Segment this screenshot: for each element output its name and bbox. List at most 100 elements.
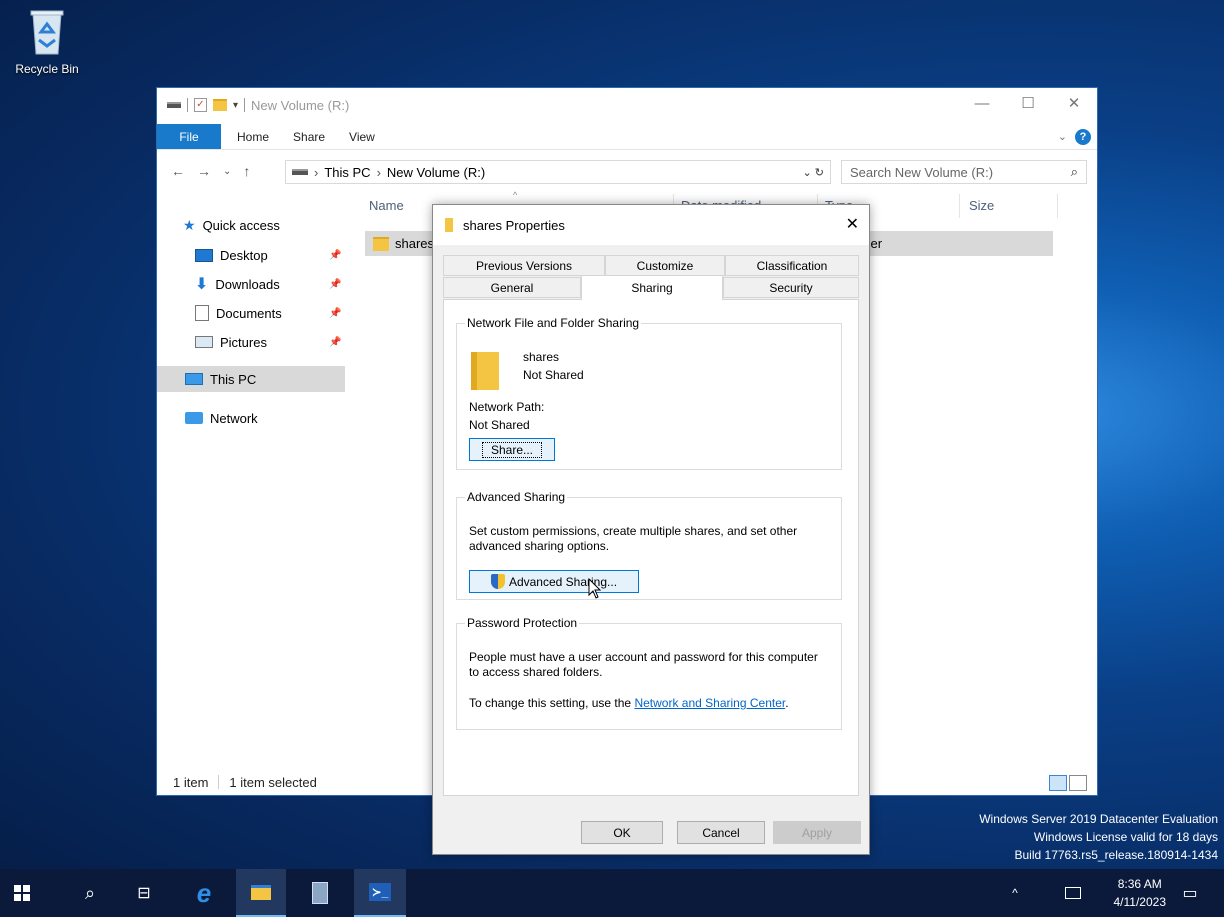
search-placeholder: Search New Volume (R:) — [850, 164, 994, 180]
nav-item-documents[interactable]: Documents 📌 — [195, 300, 345, 326]
pin-icon[interactable]: 📌 — [329, 337, 341, 348]
network-path-label: Network Path: — [469, 400, 545, 414]
ribbon-tab-view[interactable]: View — [333, 130, 391, 144]
search-taskbar-icon[interactable]: ⌕ — [68, 869, 112, 917]
password-protection-group: Password Protection People must have a u… — [456, 616, 842, 730]
network-sharing-group: Network File and Folder Sharing shares N… — [456, 316, 842, 470]
toolbar-separator — [244, 98, 246, 112]
breadcrumb-volume[interactable]: New Volume (R:) — [387, 165, 485, 180]
breadcrumb-this-pc[interactable]: This PC — [324, 165, 370, 180]
share-folder-state: Not Shared — [523, 368, 584, 382]
customize-toolbar-icon[interactable]: ▾ — [233, 100, 238, 111]
star-icon: ★ — [183, 216, 196, 233]
cancel-button[interactable]: Cancel — [677, 821, 765, 844]
nav-item-network[interactable]: Network — [185, 405, 258, 431]
column-header-size[interactable]: Size — [969, 198, 994, 213]
properties-icon[interactable]: ✓ — [194, 98, 207, 112]
powershell-icon[interactable]: ≻_ — [354, 869, 406, 917]
pin-icon[interactable]: 📌 — [329, 308, 341, 319]
pin-icon[interactable]: 📌 — [329, 279, 341, 290]
search-icon[interactable]: ⌕ — [1071, 164, 1078, 180]
dialog-close-icon[interactable]: ✕ — [846, 214, 859, 234]
column-separator[interactable] — [1057, 194, 1058, 218]
recycle-bin-label: Recycle Bin — [15, 62, 79, 76]
change-setting-text: To change this setting, use the Network … — [469, 696, 839, 710]
properties-dialog: shares Properties ✕ Previous Versions Cu… — [432, 204, 870, 855]
task-view-icon[interactable]: ⊟ — [122, 869, 166, 917]
nav-label: Network — [210, 410, 258, 426]
forward-arrow-icon[interactable]: → — [197, 163, 211, 181]
column-header-name[interactable]: Name — [369, 198, 404, 213]
help-icon[interactable]: ? — [1075, 128, 1091, 145]
nav-item-this-pc[interactable]: This PC — [157, 366, 345, 392]
minimize-button[interactable]: — — [959, 88, 1005, 118]
tab-general[interactable]: General — [443, 277, 581, 298]
nav-label: Documents — [216, 305, 282, 321]
nav-item-quick-access[interactable]: ★ Quick access — [183, 212, 280, 238]
drive-icon — [167, 102, 181, 108]
network-sharing-center-link[interactable]: Network and Sharing Center — [634, 696, 785, 710]
ribbon-tab-home[interactable]: Home — [221, 130, 285, 144]
dialog-titlebar: shares Properties ✕ — [433, 205, 869, 245]
breadcrumb-separator-icon[interactable]: › — [314, 165, 318, 180]
recent-locations-chevron-icon[interactable]: ⌄ — [223, 163, 231, 181]
search-input[interactable]: Search New Volume (R:) ⌕ — [841, 160, 1087, 184]
advanced-sharing-button[interactable]: Advanced Sharing... — [469, 570, 639, 593]
document-icon — [195, 305, 209, 321]
share-button-label: Share... — [481, 441, 543, 458]
network-icon — [185, 412, 203, 424]
details-view-button[interactable] — [1049, 775, 1067, 791]
expand-ribbon-icon[interactable]: ⌄ — [1058, 130, 1067, 143]
advanced-sharing-description: Set custom permissions, create multiple … — [469, 524, 798, 553]
drive-icon — [292, 169, 308, 175]
network-path-value: Not Shared — [469, 418, 530, 432]
clock-date: 4/11/2023 — [1113, 895, 1167, 909]
taskbar-clock[interactable]: 8:36 AM 4/11/2023 — [1114, 875, 1167, 911]
pin-icon[interactable]: 📌 — [329, 250, 341, 261]
address-bar[interactable]: › This PC › New Volume (R:) ⌄ ↻ — [285, 160, 831, 184]
up-arrow-icon[interactable]: ↑ — [243, 163, 250, 181]
ok-button[interactable]: OK — [581, 821, 663, 844]
recycle-bin-desktop-icon[interactable]: Recycle Bin — [6, 6, 88, 76]
start-button[interactable] — [0, 869, 44, 917]
back-arrow-icon[interactable]: ← — [171, 163, 185, 181]
item-count: 1 item — [173, 774, 209, 790]
tab-customize[interactable]: Customize — [605, 255, 725, 276]
action-center-icon[interactable]: ▭ — [1172, 869, 1208, 917]
share-folder-name: shares — [523, 350, 560, 364]
network-tray-icon[interactable] — [1058, 869, 1088, 917]
tab-previous-versions[interactable]: Previous Versions — [443, 255, 605, 276]
column-separator[interactable] — [959, 194, 960, 218]
desktop-icon — [195, 248, 213, 262]
tab-security[interactable]: Security — [723, 277, 859, 298]
nav-item-downloads[interactable]: ⬇ Downloads 📌 — [195, 271, 345, 297]
status-separator — [218, 775, 220, 789]
mouse-cursor-icon — [588, 577, 602, 603]
new-folder-icon[interactable] — [213, 99, 227, 111]
nav-item-pictures[interactable]: Pictures 📌 — [195, 329, 345, 355]
address-dropdown-and-refresh-icon[interactable]: ⌄ ↻ — [803, 166, 825, 179]
clock-time: 8:36 AM — [1117, 877, 1162, 891]
ribbon-tab-share[interactable]: Share — [285, 130, 333, 144]
show-hidden-icons-chevron-icon[interactable]: ^ — [1000, 869, 1030, 917]
nav-label: Pictures — [220, 334, 267, 350]
share-button[interactable]: Share... — [469, 438, 555, 461]
tab-sharing[interactable]: Sharing — [581, 275, 723, 300]
ribbon-tab-file[interactable]: File — [157, 124, 221, 149]
uac-shield-icon — [490, 574, 505, 589]
server-manager-icon[interactable] — [294, 869, 346, 917]
breadcrumb-separator-icon[interactable]: › — [377, 165, 381, 180]
group-legend: Network File and Folder Sharing — [467, 316, 640, 330]
change-setting-suffix: . — [785, 696, 789, 710]
large-icons-view-button[interactable] — [1069, 775, 1087, 791]
navigation-pane: ★ Quick access Desktop 📌 ⬇ Downloads 📌 D… — [157, 192, 345, 772]
nav-item-desktop[interactable]: Desktop 📌 — [195, 242, 345, 268]
maximize-button[interactable]: ☐ — [1005, 88, 1051, 118]
sharing-tab-panel: Network File and Folder Sharing shares N… — [443, 299, 859, 796]
internet-explorer-icon[interactable]: e — [180, 869, 228, 917]
apply-button[interactable]: Apply — [773, 821, 861, 844]
close-button[interactable]: ✕ — [1051, 88, 1097, 118]
file-explorer-taskbar-icon[interactable] — [236, 869, 286, 917]
window-controls: — ☐ ✕ — [959, 88, 1097, 118]
tab-classification[interactable]: Classification — [725, 255, 859, 276]
